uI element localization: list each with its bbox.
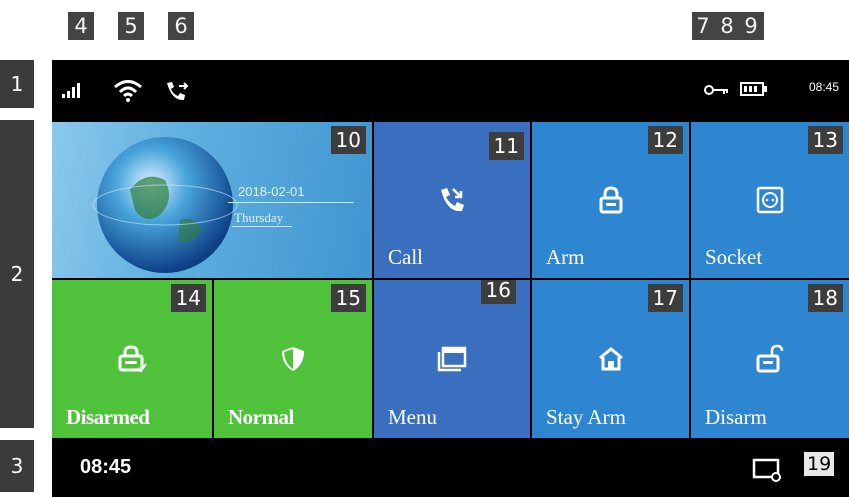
callout-5: 5 — [118, 12, 144, 40]
globe-icon — [92, 137, 238, 273]
normal-label: Normal — [228, 405, 294, 429]
lock-icon — [599, 186, 622, 214]
callout-7-8-9: 7 8 9 — [692, 12, 764, 40]
wifi-icon — [114, 80, 142, 102]
normal-status-tile[interactable]: Normal 15 — [214, 280, 372, 438]
home-icon — [598, 347, 623, 371]
section-marker-main: 2 — [0, 120, 34, 428]
menu-tile[interactable]: Menu 16 — [374, 280, 530, 438]
footer-bar: 08:45 19 — [52, 440, 849, 497]
callout-14: 14 — [170, 284, 206, 312]
status-bar: 08:45 — [52, 60, 849, 122]
socket-label: Socket — [705, 245, 763, 269]
callout-18: 18 — [807, 284, 843, 312]
arm-label: Arm — [546, 245, 585, 269]
disarmed-status-tile[interactable]: Disarmed 14 — [52, 280, 212, 438]
section-marker-footer: 3 — [0, 440, 34, 492]
stay-arm-label: Stay Arm — [546, 405, 626, 429]
callout-19: 19 — [804, 452, 835, 476]
menu-label: Menu — [388, 405, 437, 429]
footer-time: 08:45 — [80, 456, 132, 478]
disarmed-label: Disarmed — [66, 405, 150, 429]
callout-15: 15 — [330, 284, 366, 312]
disarm-tile[interactable]: Disarm 18 — [691, 280, 849, 438]
weekday-text: Thursday — [234, 210, 284, 225]
section-marker-status: 1 — [0, 60, 34, 108]
call-tile[interactable]: Call 11 — [374, 122, 530, 278]
call-forward-icon — [167, 82, 189, 101]
signal-icon — [62, 83, 80, 98]
socket-tile[interactable]: Socket 13 — [691, 122, 849, 278]
callout-16: 16 — [480, 280, 516, 304]
socket-icon — [756, 186, 784, 214]
callout-10: 10 — [330, 126, 366, 154]
battery-icon — [740, 82, 767, 96]
shield-icon — [282, 347, 304, 371]
weekday-underline — [232, 226, 292, 227]
callout-4: 4 — [68, 12, 94, 40]
callout-6: 6 — [168, 12, 194, 40]
disarm-label: Disarm — [705, 405, 767, 429]
stay-arm-tile[interactable]: Stay Arm 17 — [532, 280, 689, 438]
date-text: 2018-02-01 — [238, 184, 305, 199]
screen-settings-icon[interactable] — [752, 458, 782, 482]
callout-17: 17 — [647, 284, 683, 312]
phone-icon — [441, 188, 464, 212]
disarmed-lock-icon — [118, 345, 147, 373]
callout-12: 12 — [647, 126, 683, 154]
date-divider — [228, 202, 354, 203]
callout-11: 11 — [488, 132, 524, 160]
key-icon — [704, 85, 728, 95]
call-label: Call — [388, 245, 423, 269]
device-screen: 08:45 2018-02-01 Thursday 10 Call 11 Arm… — [52, 60, 849, 497]
unlock-icon — [756, 344, 784, 373]
date-tile[interactable]: 2018-02-01 Thursday 10 — [52, 122, 372, 278]
callout-13: 13 — [807, 126, 843, 154]
status-time: 08:45 — [808, 80, 839, 94]
menu-window-icon — [437, 346, 467, 372]
arm-tile[interactable]: Arm 12 — [532, 122, 689, 278]
